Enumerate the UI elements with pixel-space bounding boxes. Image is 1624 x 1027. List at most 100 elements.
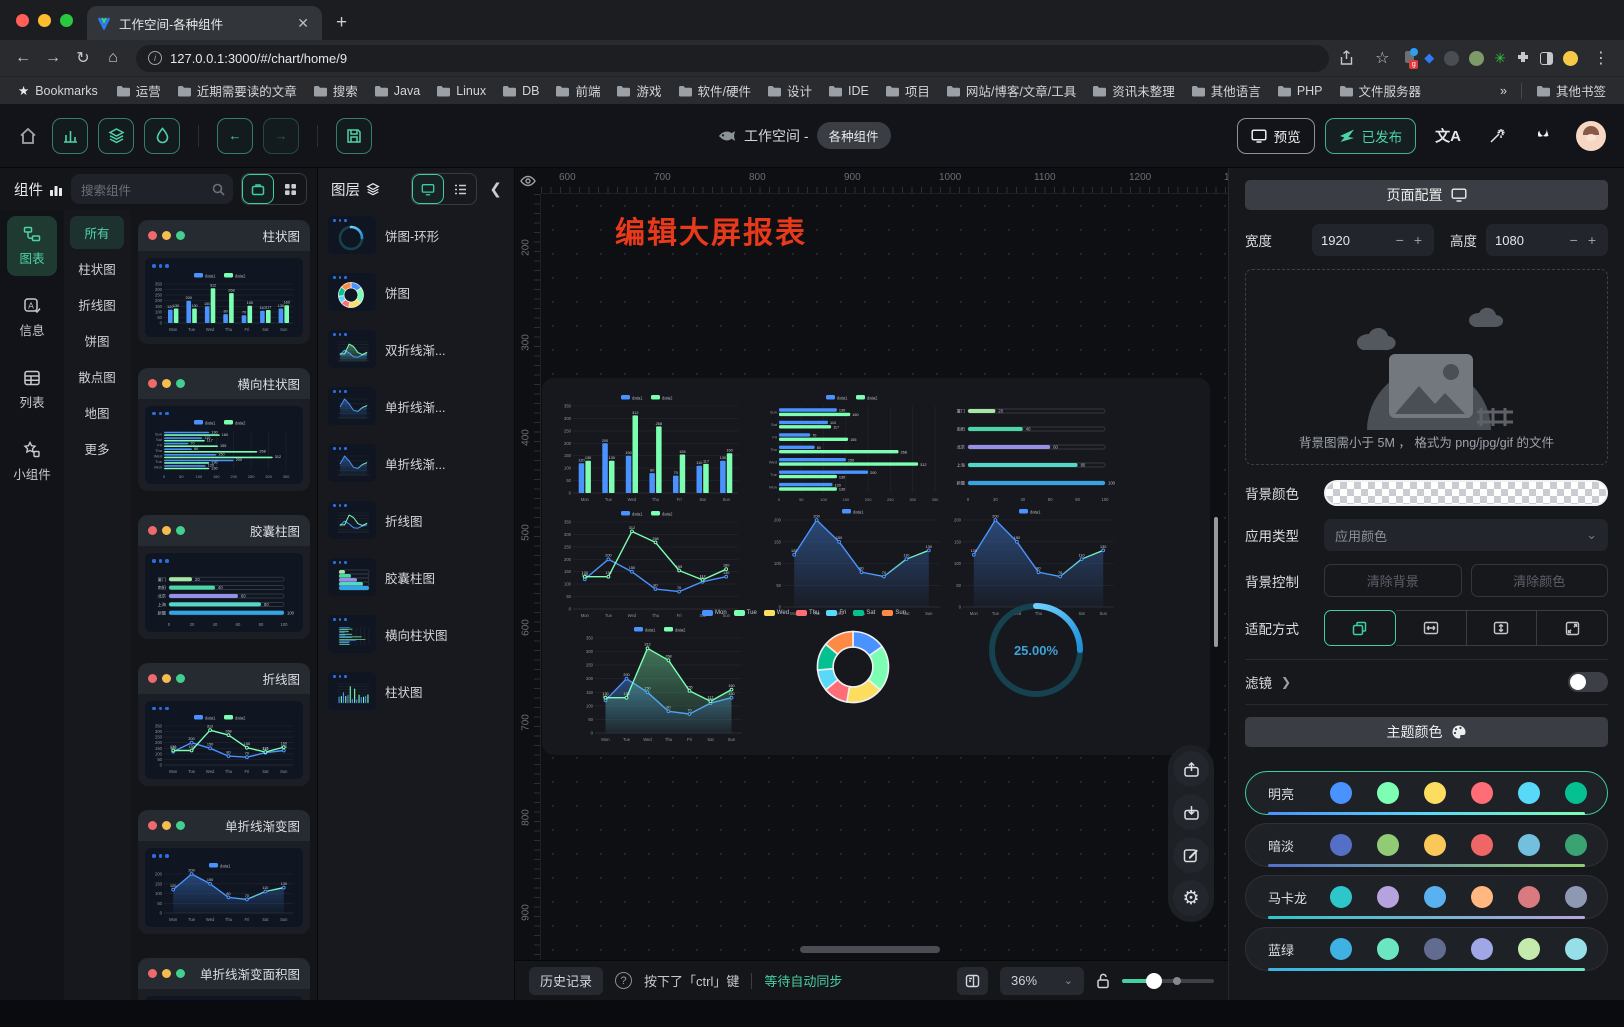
redo-button[interactable]: → <box>263 118 299 154</box>
canvas-heading-text[interactable]: 编辑大屏报表 <box>615 208 807 252</box>
theme-row-蓝绿[interactable]: 蓝绿 <box>1245 927 1608 971</box>
category-更多[interactable]: 更多 <box>70 432 124 465</box>
increase-icon[interactable]: + <box>1411 232 1425 248</box>
star-extension-icon[interactable]: ✳ <box>1494 50 1506 67</box>
layer-item-折线图[interactable]: 折线图 <box>328 501 504 539</box>
component-card-胶囊柱图[interactable]: 胶囊柱图厦门20南阳40北京60上海80新疆100020406080100 <box>138 515 310 639</box>
category-饼图[interactable]: 饼图 <box>70 324 124 357</box>
charts-panel-button[interactable] <box>52 118 88 154</box>
bookmarks-root[interactable]: ★ Bookmarks <box>10 80 106 101</box>
app-type-select[interactable]: 应用颜色 ⌄ <box>1324 519 1608 551</box>
single-column-view-button[interactable] <box>242 174 274 204</box>
bookmarks-overflow-button[interactable]: » <box>1492 81 1515 101</box>
layer-item-横向柱状图[interactable]: 横向柱状图 <box>328 615 504 653</box>
bookmark-folder[interactable]: 游戏 <box>608 78 669 103</box>
legend-item[interactable]: Sat <box>853 610 875 616</box>
lock-icon[interactable] <box>1096 973 1110 989</box>
browser-tab[interactable]: 工作空间-各种组件 ✕ <box>87 6 322 40</box>
legend-item[interactable]: Sun <box>882 610 906 616</box>
collapse-panel-icon[interactable]: ❮ <box>485 180 506 198</box>
category-柱状图[interactable]: 柱状图 <box>70 252 124 285</box>
eye-icon[interactable] <box>515 168 541 194</box>
increase-icon[interactable]: + <box>1585 232 1599 248</box>
fit-width-button[interactable] <box>1396 610 1467 646</box>
bookmark-folder[interactable]: 近期需要读的文章 <box>169 78 305 103</box>
category-地图[interactable]: 地图 <box>70 396 124 429</box>
layer-item-双折线渐...[interactable]: 双折线渐... <box>328 330 504 368</box>
bookmark-folder[interactable]: 其他语言 <box>1183 78 1269 103</box>
layers-panel-button[interactable] <box>98 118 134 154</box>
background-upload-dropzone[interactable]: 背景图需小于 5M ， 格式为 png/jpg/gif 的文件 <box>1245 269 1608 465</box>
preview-button[interactable]: 预览 <box>1237 118 1315 154</box>
bookmark-folder[interactable]: 搜索 <box>305 78 366 103</box>
project-name-tag[interactable]: 各种组件 <box>817 122 891 149</box>
save-button[interactable] <box>336 118 372 154</box>
bookmark-folder[interactable]: Linux <box>428 81 494 101</box>
clear-background-button[interactable]: 清除背景 <box>1324 564 1462 597</box>
profile-avatar-icon[interactable] <box>1563 51 1578 66</box>
list-view-button[interactable] <box>444 174 476 204</box>
share-icon[interactable] <box>1339 50 1365 66</box>
sidebar-item-小组件[interactable]: 小组件 <box>7 432 57 492</box>
reload-icon[interactable]: ↻ <box>70 48 96 68</box>
sidebar-item-信息[interactable]: A信息 <box>7 288 57 348</box>
canvas-area[interactable]: 6007008009001000110012001300 20030040050… <box>515 168 1228 1000</box>
horizontal-scrollbar[interactable] <box>800 946 940 953</box>
theme-row-明亮[interactable]: 明亮 <box>1245 771 1608 815</box>
translate-icon[interactable]: 文A <box>1426 125 1470 146</box>
bookmark-folder[interactable]: 运营 <box>108 78 169 103</box>
close-window-button[interactable] <box>16 14 29 27</box>
bookmark-folder[interactable]: Java <box>366 81 428 101</box>
bookmark-folder[interactable]: DB <box>494 81 547 101</box>
height-stepper[interactable]: 1080 − + <box>1486 224 1608 256</box>
help-icon[interactable]: ? <box>615 972 632 989</box>
layer-item-单折线渐...[interactable]: 单折线渐... <box>328 387 504 425</box>
theme-row-暗淡[interactable]: 暗淡 <box>1245 823 1608 867</box>
layer-item-饼图-环形[interactable]: 饼图-环形 <box>328 216 504 254</box>
width-value[interactable]: 1920 <box>1321 233 1389 248</box>
bookmark-folder[interactable]: 文件服务器 <box>1331 78 1430 103</box>
bookmark-folder[interactable]: 设计 <box>759 78 820 103</box>
category-折线图[interactable]: 折线图 <box>70 288 124 321</box>
home-icon[interactable]: ⌂ <box>100 49 126 67</box>
legend-item[interactable]: Tue <box>734 610 757 616</box>
category-所有[interactable]: 所有 <box>70 216 124 249</box>
history-button[interactable]: 历史记录 <box>529 967 603 995</box>
canvas-chart-折线图[interactable]: 050100150200250300350MonTueWedThuFriSatS… <box>558 508 744 620</box>
component-card-单折线渐变面积图[interactable]: 单折线渐变面积图050100150200MonTueWedThuFriSatSu… <box>138 958 310 1001</box>
canvas-chart-胶囊柱图[interactable]: 厦门20南阳40北京60上海80新疆100020406080100 <box>948 392 1120 504</box>
component-card-横向柱状图[interactable]: 横向柱状图050100150200250300350data1data2Sun1… <box>138 368 310 492</box>
component-card-折线图[interactable]: 折线图050100150200250300350MonTueWedThuFriS… <box>138 663 310 787</box>
details-panel-button[interactable] <box>144 118 180 154</box>
adblock-extension-icon[interactable]: g <box>1405 51 1414 66</box>
bookmark-folder[interactable]: 前端 <box>547 78 608 103</box>
canvas-chart-柱状图[interactable]: 050100150200250300350MonTueWedThuFriSatS… <box>558 392 744 504</box>
canvas-chart-饼图[interactable] <box>816 630 890 704</box>
sidebar-item-列表[interactable]: 列表 <box>7 360 57 420</box>
legend-item[interactable]: Fri <box>826 610 846 616</box>
edit-button[interactable] <box>1173 837 1209 873</box>
category-散点图[interactable]: 散点图 <box>70 360 124 393</box>
bookmark-folder[interactable]: 资讯未整理 <box>1084 78 1183 103</box>
canvas-chart-饼图-环形[interactable]: 25.00% <box>986 600 1086 700</box>
theme-row-马卡龙[interactable]: 马卡龙 <box>1245 875 1608 919</box>
magic-wand-icon[interactable] <box>1480 127 1515 144</box>
fit-auto-button[interactable] <box>1324 610 1396 646</box>
bookmark-folder[interactable]: 软件/硬件 <box>670 78 759 103</box>
canvas-chart-双折线渐变图[interactable]: 050100150200250300350MonTueWedThuFriSatS… <box>580 624 748 744</box>
zoom-select[interactable]: 36%⌄ <box>1000 967 1084 995</box>
decrease-icon[interactable]: − <box>1393 232 1407 248</box>
width-stepper[interactable]: 1920 − + <box>1312 224 1434 256</box>
thumbnail-view-button[interactable] <box>412 174 444 204</box>
import-button[interactable] <box>1173 794 1209 830</box>
back-icon[interactable]: ← <box>10 49 36 67</box>
settings-gear-icon[interactable]: ⚙ <box>1173 880 1209 916</box>
height-value[interactable]: 1080 <box>1495 233 1563 248</box>
site-info-icon[interactable]: i <box>148 51 162 65</box>
user-avatar[interactable] <box>1576 121 1606 151</box>
bookmark-folder[interactable]: 网站/博客/文章/工具 <box>938 78 1084 103</box>
canvas-chart-单折线渐变图[interactable]: 050100150200MonTueWedThuFriSatSundata112… <box>768 506 946 618</box>
address-bar[interactable]: i 127.0.0.1:3000/#/chart/home/9 <box>136 45 1329 72</box>
bookmark-star-icon[interactable]: ☆ <box>1369 48 1395 68</box>
bookmark-folder[interactable]: 项目 <box>877 78 938 103</box>
